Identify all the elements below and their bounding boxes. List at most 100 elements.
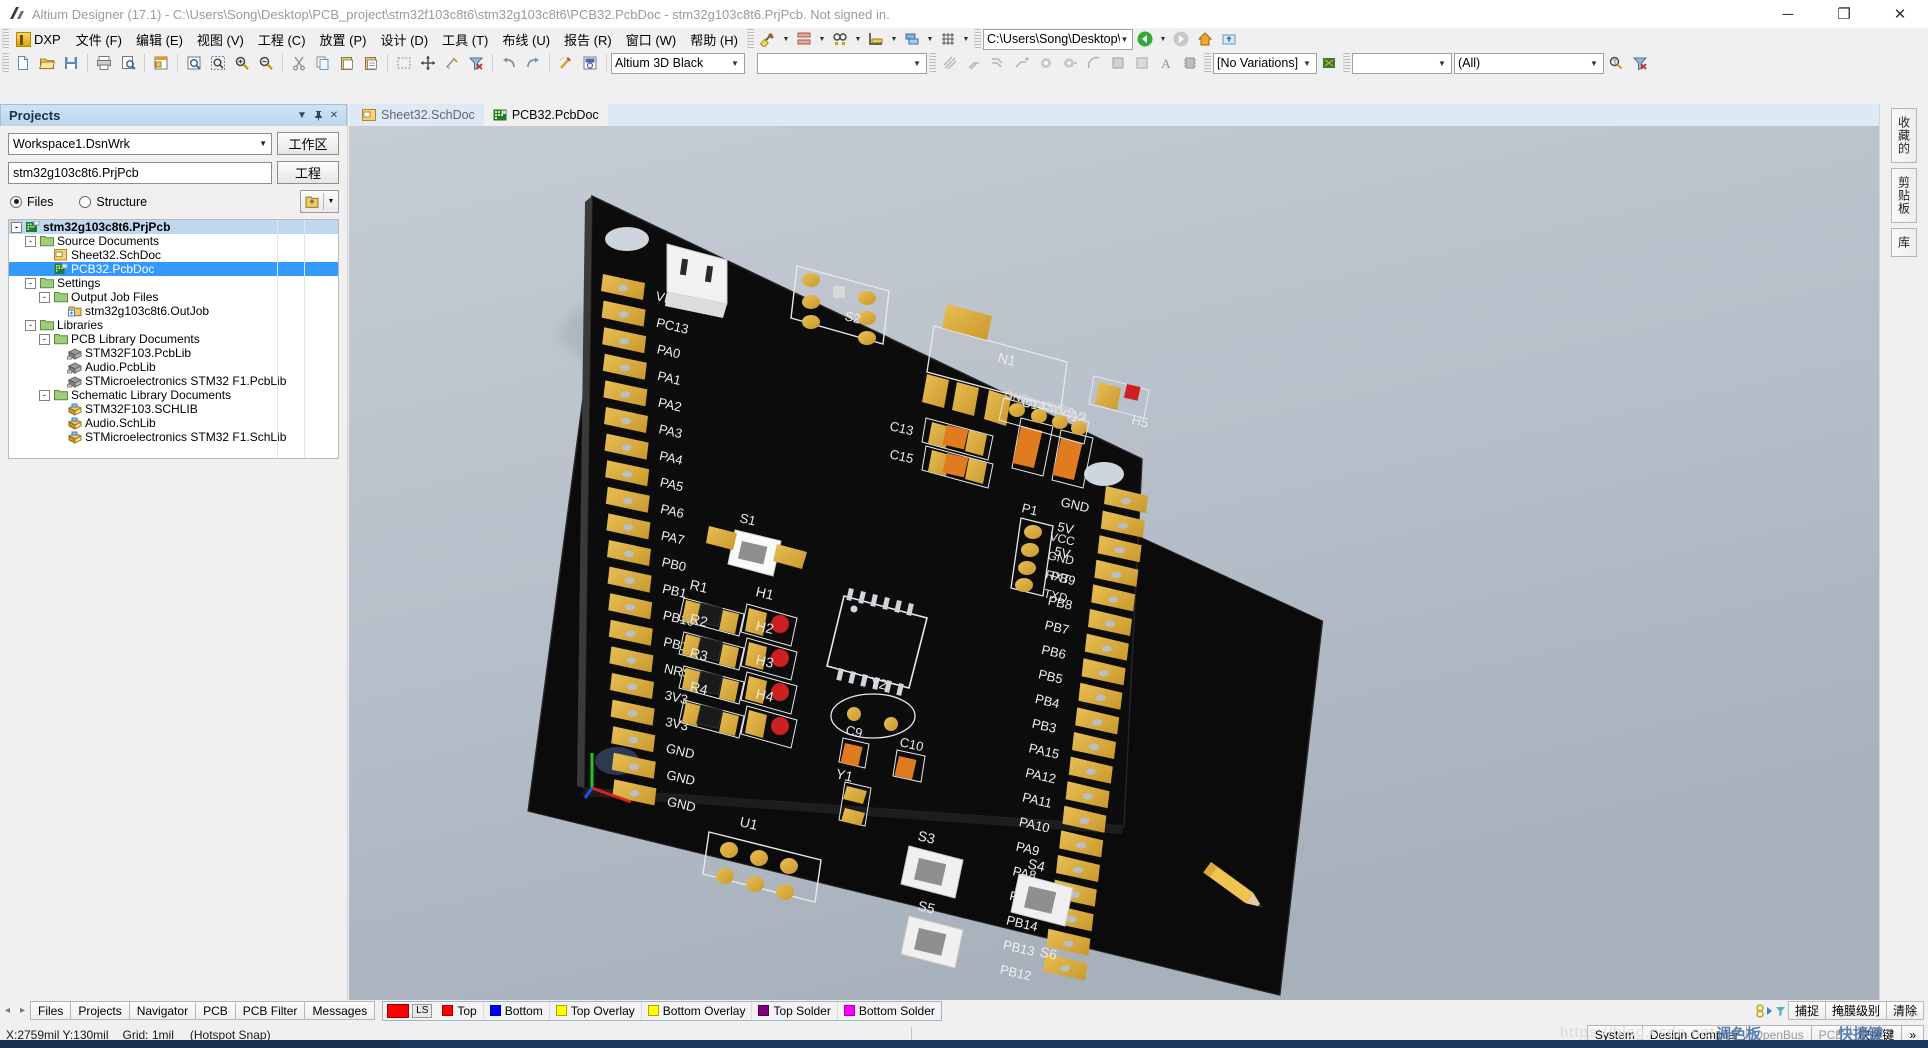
clear-button[interactable]: 清除 <box>1886 1001 1924 1020</box>
close-button[interactable]: ✕ <box>1872 0 1928 28</box>
filter-scope-combo[interactable]: ▼ <box>1352 53 1452 74</box>
menu-item-reports[interactable]: 报告 (R) <box>557 28 619 51</box>
apply-filter-icon[interactable] <box>1605 52 1627 74</box>
panel-tab-pcb[interactable]: PCB <box>195 1001 236 1020</box>
tree-item[interactable]: -Source Documents <box>9 234 338 248</box>
tree-item[interactable]: STMicroelectronics STM32 F1.PcbLib <box>9 374 338 388</box>
save-icon[interactable] <box>60 52 82 74</box>
toolbar-grip-place[interactable] <box>929 53 936 73</box>
menu-item-design[interactable]: 设计 (D) <box>373 28 435 51</box>
route-differential-icon[interactable] <box>963 52 985 74</box>
menu-item-place[interactable]: 放置 (P) <box>313 28 374 51</box>
chevron-down-icon-workspace[interactable]: ▼ <box>259 139 267 148</box>
variations-combo[interactable]: [No Variations] ▼ <box>1213 53 1317 74</box>
panel-tab-navigator[interactable]: Navigator <box>129 1001 196 1020</box>
maximize-button[interactable]: ❐ <box>1816 0 1872 28</box>
folder-up-icon[interactable] <box>1218 28 1240 50</box>
print-preview-icon[interactable] <box>117 52 139 74</box>
select-area-icon[interactable] <box>393 52 415 74</box>
radio-files[interactable]: Files <box>10 195 53 209</box>
chevron-down-icon-path[interactable]: ▼ <box>1120 35 1129 44</box>
copy-icon[interactable] <box>312 52 334 74</box>
workspace-button[interactable]: 工作区 <box>277 132 339 155</box>
tree-item[interactable]: STM32F103.PcbLib <box>9 346 338 360</box>
layer-chip-top-solder[interactable]: Top Solder <box>752 1002 837 1020</box>
new-document-icon[interactable] <box>12 52 34 74</box>
tree-item[interactable]: -Schematic Library Documents <box>9 388 338 402</box>
tree-item[interactable]: stm32g103c8t6.OutJob <box>9 304 338 318</box>
doc-tab-sheet32[interactable]: Sheet32.SchDoc <box>353 104 484 126</box>
layer-chip-bottom-overlay[interactable]: Bottom Overlay <box>642 1002 753 1020</box>
chevron-down-icon-find[interactable]: ▼ <box>852 28 864 50</box>
tree-item[interactable]: Audio.SchLib <box>9 416 338 430</box>
undo-icon[interactable] <box>498 52 520 74</box>
pin-icon[interactable] <box>310 107 326 125</box>
chevron-down-icon-variations[interactable]: ▼ <box>1301 59 1313 68</box>
menu-item-view[interactable]: 视图 (V) <box>190 28 251 51</box>
tree-item[interactable]: STMicroelectronics STM32 F1.SchLib <box>9 430 338 444</box>
panel-dropdown-icon[interactable]: ▼ <box>294 107 310 125</box>
tree-item[interactable]: -stm32g103c8t6.PrjPcb <box>9 220 338 234</box>
menu-item-help[interactable]: 帮助 (H) <box>683 28 745 51</box>
panel-tab-projects[interactable]: Projects <box>70 1001 129 1020</box>
open-folder-icon[interactable] <box>36 52 58 74</box>
home-icon[interactable] <box>1194 28 1216 50</box>
back-green-icon[interactable] <box>1134 28 1156 50</box>
tree-item[interactable]: Sheet32.SchDoc <box>9 248 338 262</box>
layer-set-selector[interactable]: LS <box>383 1004 436 1018</box>
panel-tab-messages[interactable]: Messages <box>304 1001 375 1020</box>
view-config-combo[interactable]: Altium 3D Black ▼ <box>611 53 745 74</box>
grid-icon[interactable] <box>937 28 959 50</box>
chevron-down-icon-measure[interactable]: ▼ <box>780 28 792 50</box>
standard-toolbar-grip[interactable] <box>2 53 9 73</box>
menu-item-project[interactable]: 工程 (C) <box>251 28 313 51</box>
cross-probe-icon[interactable] <box>441 52 463 74</box>
path-combo[interactable]: C:\Users\Song\Desktop\PCB_pr ▼ <box>983 29 1133 50</box>
print-icon[interactable] <box>93 52 115 74</box>
toolbar-grip-variations[interactable] <box>1204 53 1211 73</box>
place-polygon-icon[interactable] <box>1131 52 1153 74</box>
toolbar-grip-filter[interactable] <box>1343 53 1350 73</box>
zoom-area-icon[interactable] <box>207 52 229 74</box>
tree-item[interactable]: -Libraries <box>9 318 338 332</box>
close-icon[interactable]: ✕ <box>326 107 342 125</box>
panel-options-button[interactable]: ▼ <box>300 190 339 213</box>
wand-icon[interactable] <box>555 52 577 74</box>
clear-filter-icon[interactable] <box>465 52 487 74</box>
expand-collapse-icon[interactable]: - <box>39 292 50 303</box>
move-icon[interactable] <box>417 52 439 74</box>
expand-collapse-icon[interactable]: - <box>39 390 50 401</box>
project-button[interactable]: 工程 <box>277 161 339 184</box>
menu-item-file[interactable]: 文件 (F) <box>69 28 129 51</box>
chevron-down-icon-align[interactable]: ▼ <box>816 28 828 50</box>
expand-collapse-icon[interactable]: - <box>25 236 36 247</box>
mask-level-button[interactable]: 掩膜级别 <box>1825 1001 1887 1020</box>
clear-filter-icon-2[interactable] <box>1629 52 1651 74</box>
expand-collapse-icon[interactable]: - <box>11 222 22 233</box>
zoom-document-icon[interactable] <box>183 52 205 74</box>
vtab-libraries[interactable]: 库 <box>1891 228 1917 257</box>
snap-button[interactable]: 捕捉 <box>1788 1001 1826 1020</box>
chevron-down-icon-back[interactable]: ▼ <box>1157 28 1169 50</box>
chevron-down-icon-viewconfig[interactable]: ▼ <box>729 59 741 68</box>
expand-collapse-icon[interactable]: - <box>39 334 50 345</box>
layer-chip-top-overlay[interactable]: Top Overlay <box>550 1002 642 1020</box>
expand-collapse-icon[interactable]: - <box>25 320 36 331</box>
filter-all-combo[interactable]: (All) ▼ <box>1454 53 1604 74</box>
paste-icon[interactable] <box>336 52 358 74</box>
project-textbox[interactable]: stm32g103c8t6.PrjPcb <box>8 162 272 184</box>
doc-tab-pcb32[interactable]: PCB32.PcbDoc <box>484 104 608 126</box>
chevron-down-icon-all[interactable]: ▼ <box>1588 59 1600 68</box>
menu-item-route[interactable]: 布线 (U) <box>495 28 557 51</box>
workspace-combo[interactable]: Workspace1.DsnWrk ▼ <box>8 133 272 155</box>
chevron-down-icon-secondary[interactable]: ▼ <box>911 59 923 68</box>
tree-item[interactable]: Audio.PcbLib <box>9 360 338 374</box>
project-tree[interactable]: -stm32g103c8t6.PrjPcb-Source DocumentsSh… <box>8 219 339 459</box>
align-icon[interactable] <box>793 28 815 50</box>
chevron-down-icon-scope[interactable]: ▼ <box>1436 59 1448 68</box>
expand-collapse-icon[interactable]: - <box>25 278 36 289</box>
place-component-icon[interactable] <box>1179 52 1201 74</box>
find-similar-icon[interactable] <box>829 28 851 50</box>
tree-item[interactable]: PCB32.PcbDoc <box>9 262 338 276</box>
redo-icon[interactable] <box>522 52 544 74</box>
